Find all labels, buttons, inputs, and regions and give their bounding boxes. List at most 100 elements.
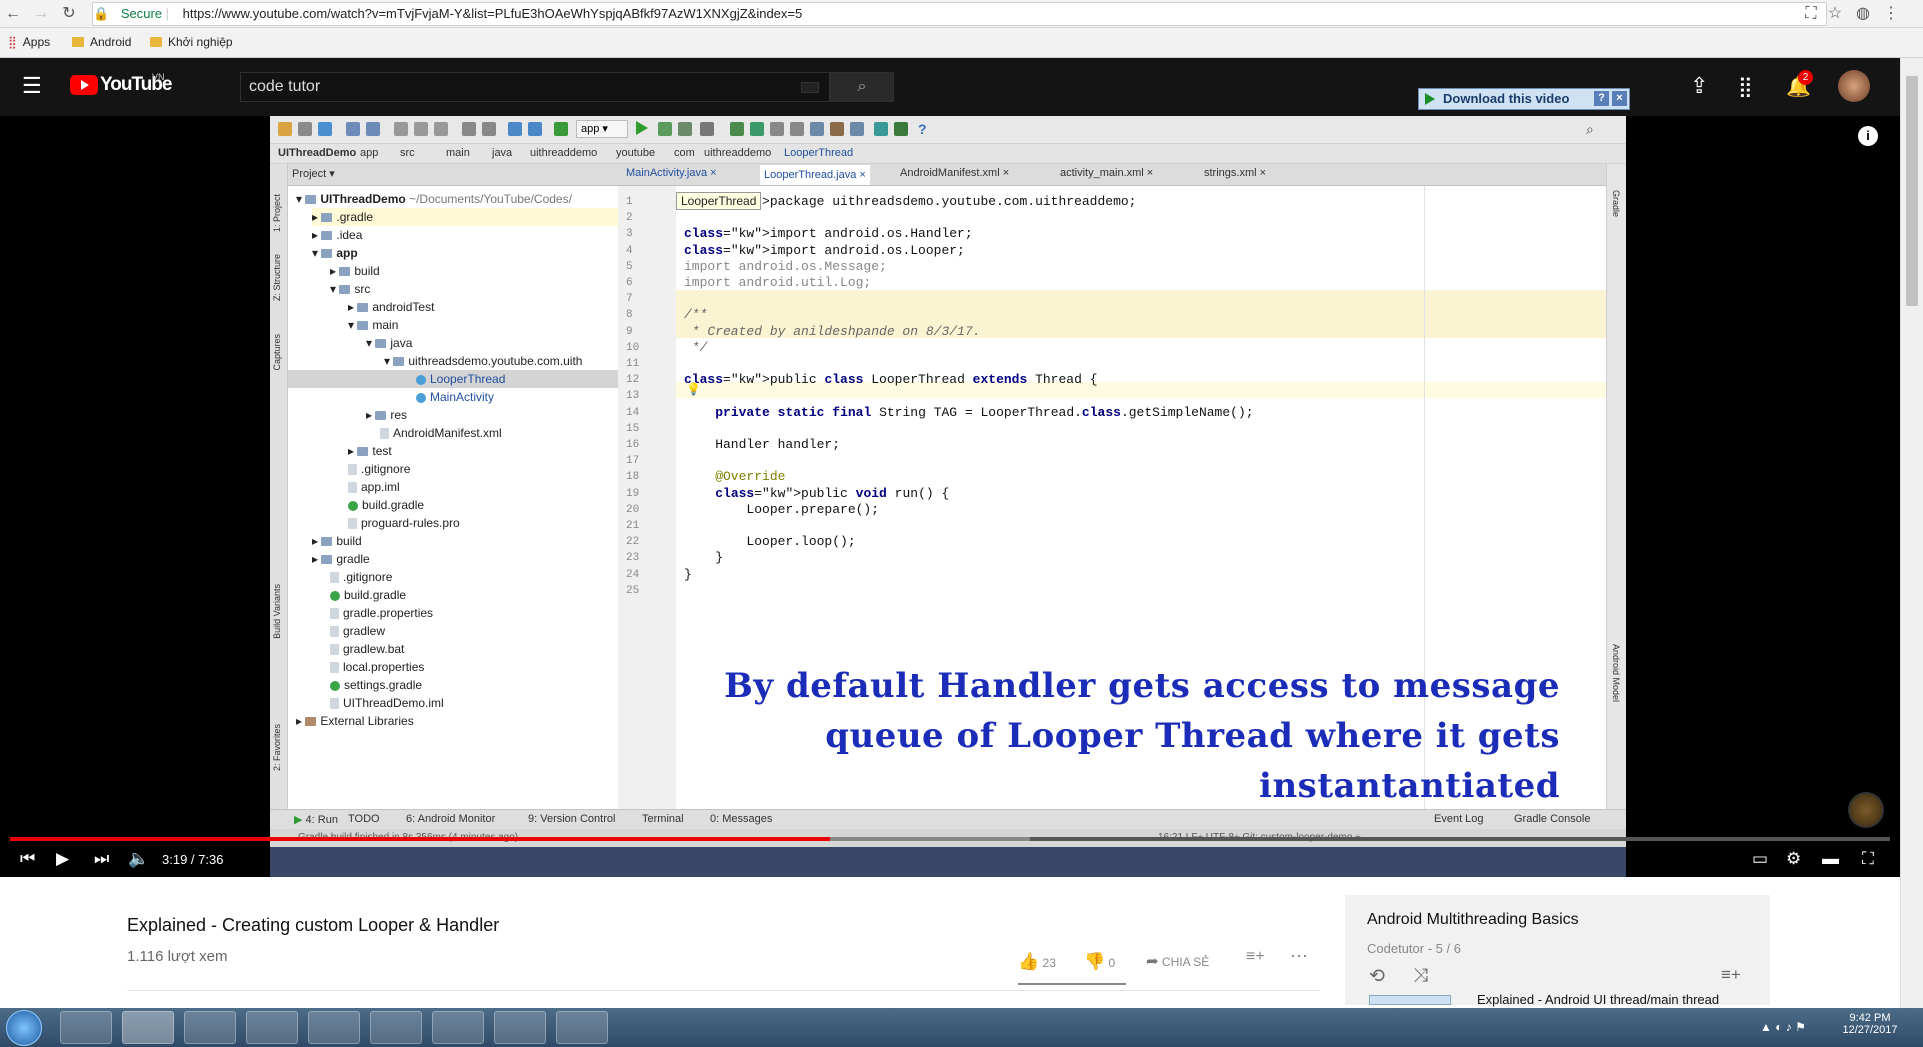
start-button-icon[interactable] (6, 1010, 42, 1046)
forward-icon[interactable]: → (30, 3, 52, 25)
tree-label: gradlew (343, 624, 386, 638)
build-hammer-icon (554, 122, 568, 136)
structure-icon (770, 122, 784, 136)
back-icon[interactable]: ← (2, 3, 24, 25)
close-icon[interactable]: × (1612, 91, 1627, 106)
youtube-logo-icon[interactable] (70, 75, 98, 95)
taskbar-chrome-icon[interactable] (122, 1011, 174, 1044)
line-number: 19 (626, 487, 640, 500)
taskbar-explorer-icon[interactable] (60, 1011, 112, 1044)
line-number: 11 (626, 358, 640, 370)
browser-toolbar: ← → ↻ 🔒 Secure | https://www.youtube.com… (0, 0, 1923, 28)
taskbar-app-icon[interactable] (556, 1011, 608, 1044)
taskbar-app-icon[interactable] (246, 1011, 298, 1044)
keyboard-icon[interactable] (801, 82, 819, 93)
upload-icon[interactable]: ⇪ (1690, 73, 1708, 99)
taskbar-app-icon[interactable] (432, 1011, 484, 1044)
next-video-title[interactable]: Explained - Android UI thread/main threa… (1477, 993, 1719, 1006)
settings-gear-icon[interactable]: ⚙ (1786, 849, 1801, 869)
avatar[interactable] (1838, 70, 1870, 102)
tree-node: ▸ build (312, 534, 362, 548)
avd-manager-icon (730, 122, 744, 136)
add-to-playlist-icon[interactable]: ≡+ (1246, 948, 1265, 966)
playlist-title[interactable]: Android Multithreading Basics (1367, 911, 1579, 929)
video-player[interactable]: i app ▾ ? ⌕ UIThreadDemo app src main ja… (0, 116, 1900, 877)
tree-node: AndroidManifest.xml (380, 424, 502, 442)
hamburger-menu-icon[interactable]: ☰ (22, 75, 42, 97)
code-line: private static final String TAG = Looper… (715, 404, 1254, 420)
tool-terminal: Terminal (642, 813, 684, 825)
tree-node: gradlew.bat (330, 640, 404, 658)
bookmark-khoi-nghiep[interactable]: Khởi nghiệp (150, 35, 233, 49)
tray-icons[interactable]: ▲ ◐ ♪ ⚑ (1760, 1020, 1806, 1034)
reload-icon[interactable]: ↻ (58, 3, 80, 25)
taskbar-vscode-icon[interactable] (308, 1011, 360, 1044)
help-icon[interactable]: ? (1594, 91, 1609, 106)
info-icon[interactable]: i (1858, 126, 1878, 146)
loop-icon[interactable]: ⟲ (1369, 965, 1385, 988)
breadcrumb-item: uithreaddemo (530, 147, 598, 159)
taskbar-app-icon[interactable] (494, 1011, 546, 1044)
bookmark-android[interactable]: Android (72, 35, 131, 49)
like-button[interactable]: 👍 23 (1018, 952, 1056, 972)
breadcrumb: UIThreadDemo app src main java uithreadd… (270, 144, 1626, 164)
clock[interactable]: 9:42 PM 12/27/2017 (1840, 1012, 1900, 1036)
taskbar-app-icon[interactable] (370, 1011, 422, 1044)
address-bar[interactable]: 🔒 Secure | https://www.youtube.com/watch… (92, 2, 1827, 26)
bookmark-label: Android (90, 35, 132, 49)
tree-label: app (336, 246, 358, 260)
vcs-update-icon (810, 122, 824, 136)
theater-mode-icon[interactable]: ▬ (1822, 849, 1839, 869)
bookmark-label: Apps (22, 35, 51, 49)
tree-node: ▸ External Libraries (296, 714, 414, 728)
channel-watermark-icon[interactable] (1848, 792, 1884, 828)
progress-bar[interactable] (10, 837, 1890, 841)
previous-icon[interactable]: ⏮ (20, 849, 35, 869)
tree-label: build.gradle (362, 498, 425, 512)
search-input[interactable]: code tutor (240, 72, 830, 102)
menu-icon[interactable]: ⋮ (1880, 3, 1902, 25)
open-folder-icon (278, 122, 292, 136)
tab-mainactivity: MainActivity.java × (626, 167, 717, 179)
tree-node: ▾ UIThreadDemo ~/Documents/YouTube/Codes… (296, 192, 572, 206)
package-icon (393, 357, 405, 367)
next-icon[interactable]: ⏭ (94, 849, 109, 869)
search-button[interactable]: ⌕ (830, 72, 894, 102)
taskbar-android-studio-icon[interactable] (184, 1011, 236, 1044)
replace-icon (482, 122, 496, 136)
tree-label: MainActivity (430, 390, 495, 404)
tree-label: java (390, 336, 413, 350)
next-video-thumbnail[interactable] (1369, 995, 1451, 1005)
code-line: * Created by anildeshpande on 8/3/17. (684, 323, 981, 339)
tree-label: src (354, 282, 371, 296)
subtitles-icon[interactable]: ▭ (1752, 849, 1768, 869)
download-video-button[interactable]: Download this video ? × (1418, 88, 1630, 110)
tree-label: gradle.properties (343, 606, 434, 620)
extension-icon[interactable]: ◍ (1852, 3, 1874, 25)
fullscreen-icon[interactable]: ⛶ (1862, 849, 1874, 869)
tree-path: ~/Documents/YouTube/Codes/ (409, 192, 572, 206)
apps-icon[interactable]: ⣿ (1738, 74, 1753, 99)
run-config-select: app ▾ (576, 120, 628, 138)
tree-node: app.iml (348, 478, 400, 496)
caption-line: instantantiated (1259, 766, 1560, 806)
star-icon[interactable]: ☆ (1824, 3, 1846, 25)
shuffle-icon[interactable]: ⤨ (1413, 965, 1428, 987)
share-button[interactable]: ➦ CHIA SẺ (1146, 952, 1209, 970)
editor-tabs: Project ▾ MainActivity.java × LooperThre… (270, 164, 1626, 186)
volume-icon[interactable]: 🔈 (128, 849, 149, 869)
android-studio-frame: app ▾ ? ⌕ UIThreadDemo app src main java… (270, 116, 1626, 877)
more-actions-icon[interactable]: ⋯ (1290, 946, 1308, 967)
folder-icon (321, 555, 333, 565)
dislike-button[interactable]: 👎 0 (1084, 952, 1115, 972)
cut-icon (394, 122, 408, 136)
bookmark-apps[interactable]: ⣿ Apps (8, 35, 50, 49)
scrollbar-thumb[interactable] (1906, 76, 1918, 306)
progress-played (10, 837, 830, 841)
play-icon[interactable]: ▶ (56, 849, 69, 869)
region-label: VN (152, 72, 165, 82)
page-scrollbar[interactable] (1900, 58, 1923, 1008)
line-number: 20 (626, 503, 640, 516)
translate-icon[interactable]: ⛶ (1800, 3, 1822, 25)
save-playlist-icon[interactable]: ≡+ (1721, 965, 1741, 985)
